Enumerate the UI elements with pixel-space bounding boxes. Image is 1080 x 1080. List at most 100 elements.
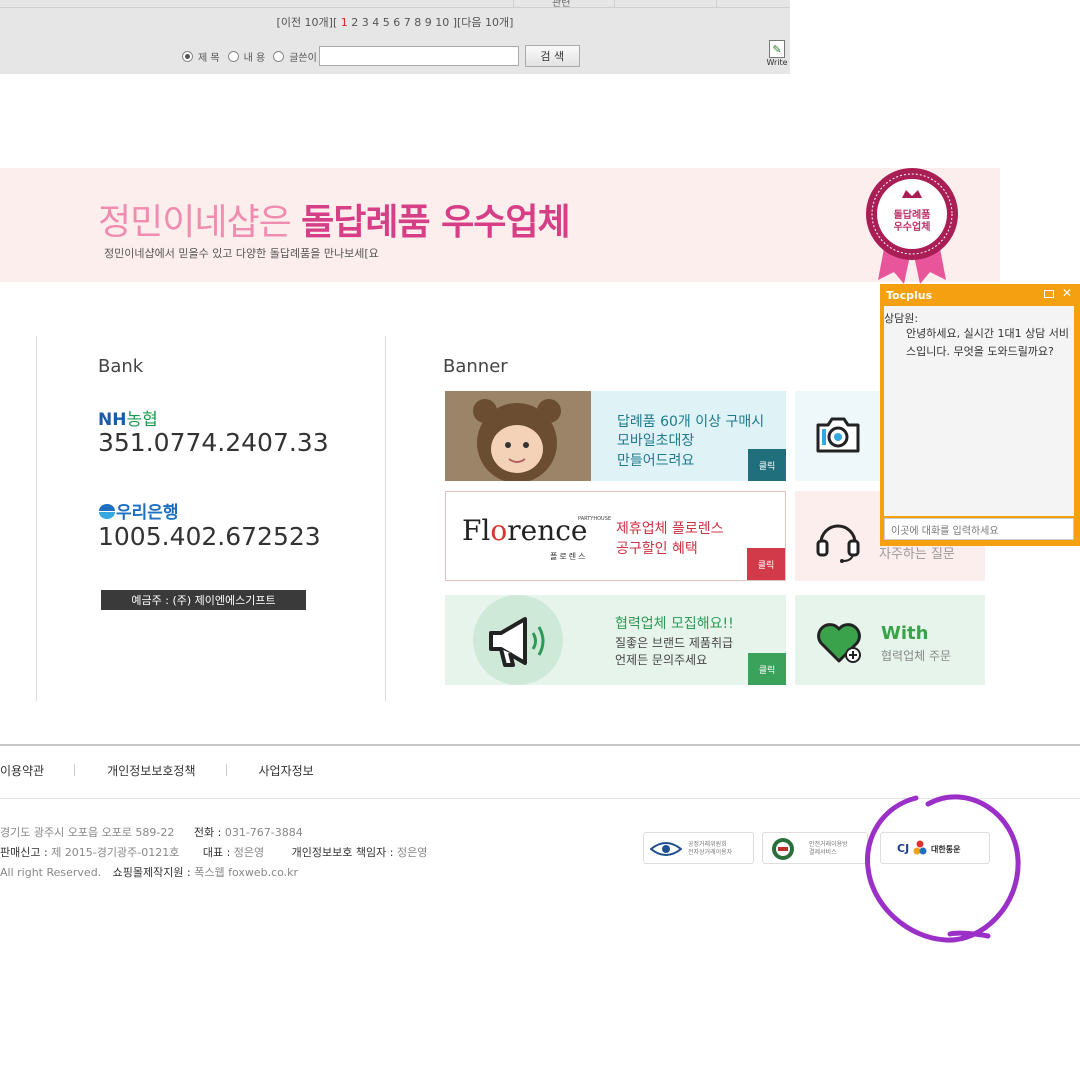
- banner-text: 질좋은 브랜드 제품취급언제든 문의주세요: [615, 635, 733, 669]
- florence-logo-kr: 플로렌스: [550, 552, 588, 561]
- annotation-circle: [864, 794, 1021, 943]
- woori-account-number: 1005.402.672523: [98, 522, 321, 551]
- promo-subtitle: 정민이네샵에서 믿을수 있고 다양한 돌답례품을 만나보세[요: [104, 247, 379, 260]
- footer-maker[interactable]: 폭스웹 foxweb.co.kr: [194, 866, 298, 879]
- seal-text-1: 돌답례품: [894, 208, 931, 221]
- with-subtitle: 협력업체 주문: [881, 649, 952, 663]
- banner-heading: Banner: [443, 356, 508, 377]
- footer-phone: 031-767-3884: [224, 826, 303, 839]
- cert-text: 공정거래위원회: [688, 841, 727, 848]
- woori-logo-text: 우리은행: [116, 503, 179, 523]
- cert-text: 결제서비스: [809, 849, 837, 856]
- footer-company-info: 경기도 광주시 오포읍 오포로 589-22 전화 : 031-767-3884…: [0, 823, 427, 883]
- banner-text: 답례품 60개 이상 구매시: [617, 414, 765, 430]
- pagination-current-page[interactable]: 1: [341, 16, 348, 29]
- florence-logo-small: PARTYHOUSE: [578, 516, 612, 522]
- banner-text-line: 언제든 문의주세요: [615, 653, 708, 667]
- cert-text: 안전거래이용방: [809, 841, 848, 848]
- pagination-prev[interactable]: [이전 10개][: [277, 16, 341, 29]
- footer-label: 쇼핑몰제작지원 :: [112, 866, 195, 879]
- woori-logo-icon: [99, 503, 115, 519]
- board-table-bottom-line: [0, 7, 790, 8]
- pencil-icon: ✎: [769, 40, 785, 58]
- seal-text-2: 우수업체: [894, 220, 931, 233]
- eye-logo-icon: [650, 842, 682, 856]
- baby-photo: [445, 391, 591, 481]
- cert-text: 전자상거래이용자: [688, 849, 733, 856]
- board-search-input[interactable]: [318, 46, 519, 66]
- escrow-certification-badge[interactable]: 안전거래이용방 결제서비스: [762, 832, 868, 864]
- minimize-icon[interactable]: [1044, 290, 1054, 298]
- camera-icon: [816, 417, 860, 453]
- section-divider: [36, 336, 37, 701]
- banner-text-line: 모바일초대장: [617, 433, 695, 449]
- mobile-invitation-banner[interactable]: 답례품 60개 이상 구매시 모바일초대장만들어드려요 클릭: [445, 391, 786, 481]
- nh-account-number: 351.0774.2407.33: [98, 428, 329, 457]
- promo-title-light: 정민이네샵은: [98, 202, 302, 243]
- click-button[interactable]: 클릭: [748, 653, 786, 685]
- close-icon[interactable]: ✕: [1062, 286, 1072, 300]
- table-column-divider: [614, 0, 615, 7]
- footer-rights: All right Reserved.: [0, 866, 102, 879]
- banner-text: 공구할인 혜택: [616, 541, 698, 557]
- click-button[interactable]: 클릭: [747, 548, 785, 580]
- search-radio-writer-label: 글쓴이: [289, 52, 317, 64]
- footer-link-business-info[interactable]: 사업자정보: [259, 762, 314, 779]
- florence-logo-part: o: [490, 514, 508, 547]
- footer-links: 이용약관 개인정보보호정책 사업자정보: [0, 762, 314, 779]
- table-column-divider: [513, 0, 514, 7]
- footer-link-privacy[interactable]: 개인정보보호정책: [107, 762, 195, 779]
- florence-partner-banner[interactable]: Florence PARTYHOUSE 플로렌스 제휴업체 플로렌스 공구할인 …: [445, 491, 786, 581]
- chat-messages: 상담원: 안녕하세요, 실시간 1대1 상담 서비스입니다. 무엇을 도와드릴까…: [884, 306, 1074, 516]
- write-label: Write: [766, 58, 788, 67]
- nh-bank-logo: NH농협: [98, 405, 158, 430]
- banner-text: 협력업체 모집해요!!: [615, 616, 734, 632]
- megaphone-icon: [473, 595, 563, 685]
- woori-bank-logo: 우리은행: [98, 498, 179, 523]
- footer-info-line: 판매신고 : 제 2015-경기광주-0121호 대표 : 정은영 개인정보보호…: [0, 843, 427, 863]
- search-radio-content-label: 내 용: [243, 52, 266, 64]
- award-seal-icon: 돌답례품 우수업체: [866, 168, 958, 284]
- live-chat-widget: Tocplus ✕ 상담원: 안녕하세요, 실시간 1대1 상담 서비스입니다.…: [880, 284, 1080, 546]
- florence-logo-part: rence: [507, 514, 588, 547]
- heart-plus-icon: [817, 623, 861, 663]
- banner-text-line: 만들어드려요: [617, 453, 695, 469]
- pagination: [이전 10개][ 1 2 3 4 5 6 7 8 9 10 ][다음 10개]: [0, 14, 790, 30]
- search-radio-title[interactable]: [182, 50, 193, 62]
- table-cell-cut: 관련: [552, 0, 571, 9]
- partner-recruit-banner[interactable]: 협력업체 모집해요!! 질좋은 브랜드 제품취급언제든 문의주세요 클릭: [445, 595, 786, 685]
- footer-mail-order-number: 제 2015-경기광주-0121호: [51, 846, 180, 859]
- section-divider: [385, 336, 386, 701]
- footer-label: 판매신고 :: [0, 846, 52, 859]
- escrow-seal-icon: [772, 838, 794, 860]
- footer-info-line: All right Reserved. 쇼핑몰제작지원 : 폭스웹 foxweb…: [0, 863, 427, 883]
- pagination-pages[interactable]: 2 3 4 5 6 7 8 9 10 ][다음 10개]: [348, 16, 513, 29]
- write-button[interactable]: ✎ Write: [764, 40, 790, 72]
- search-button[interactable]: 검 색: [524, 45, 580, 67]
- footer-divider: [0, 744, 1080, 746]
- footer-link-terms[interactable]: 이용약관: [0, 762, 44, 779]
- footer-privacy-officer: 정은영: [396, 846, 428, 859]
- board-search-row: 제 목 내 용 글쓴이 검 색: [182, 44, 580, 68]
- promo-title-bold: 돌답례품 우수업체: [301, 202, 570, 243]
- footer-ceo: 정은영: [233, 846, 265, 859]
- with-partner-order-banner[interactable]: With 협력업체 주문: [795, 595, 985, 685]
- promo-title: 정민이네샵은 돌답례품 우수업체: [98, 193, 571, 245]
- florence-logo: Florence: [462, 514, 588, 547]
- search-radio-title-label: 제 목: [198, 52, 220, 64]
- chat-input[interactable]: 이곳에 대화를 입력하세요: [884, 518, 1074, 540]
- footer-link-separator: [74, 764, 76, 776]
- footer-label: 개인정보보호 책임자 :: [291, 846, 397, 859]
- chat-sender: 상담원:: [884, 312, 919, 325]
- headset-icon: [816, 524, 860, 563]
- search-radio-writer[interactable]: [273, 50, 285, 62]
- bank-heading: Bank: [98, 356, 144, 377]
- ftc-certification-badge[interactable]: 공정거래위원회 전자상거래이용자: [643, 832, 754, 864]
- footer-label: 전화 :: [193, 826, 225, 839]
- footer-label: 대표 :: [202, 846, 234, 859]
- table-column-divider: [716, 0, 717, 7]
- banner-text-line: 질좋은 브랜드 제품취급: [615, 636, 734, 650]
- with-title: With: [881, 623, 929, 644]
- click-button[interactable]: 클릭: [748, 449, 786, 481]
- search-radio-content[interactable]: [227, 50, 239, 62]
